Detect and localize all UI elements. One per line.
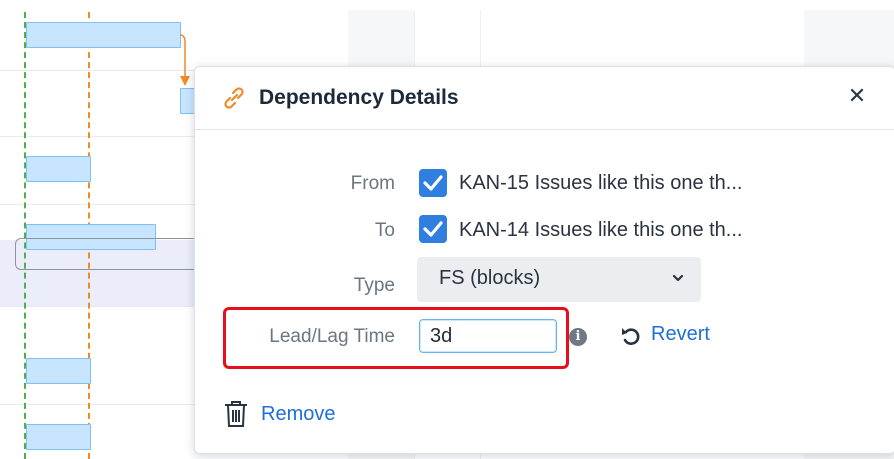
gantt-bar[interactable] (26, 358, 91, 384)
from-issue-value: KAN-15 Issues like this one th... (459, 172, 743, 194)
trash-icon (225, 401, 247, 427)
chevron-down-icon (672, 274, 684, 282)
type-label: Type (353, 275, 395, 296)
close-button[interactable]: ✕ (845, 84, 869, 108)
from-label: From (350, 173, 395, 194)
leadlag-label: Lead/Lag Time (269, 326, 395, 347)
gantt-bar[interactable] (26, 424, 91, 450)
to-issue-value: KAN-14 Issues like this one th... (459, 219, 743, 241)
to-checkbox[interactable] (419, 215, 447, 243)
group-bracket (15, 238, 215, 270)
leadlag-input[interactable]: 3d (419, 319, 557, 353)
type-select[interactable]: FS (blocks) (417, 257, 701, 302)
leadlag-input-value: 3d (430, 325, 453, 347)
checkmark-icon (423, 221, 443, 237)
remove-label: Remove (261, 403, 336, 425)
revert-label: Revert (651, 323, 710, 345)
info-icon[interactable]: i (569, 328, 587, 346)
to-label: To (374, 220, 395, 241)
dependency-arrow[interactable] (176, 34, 196, 90)
gantt-bar[interactable] (26, 156, 91, 182)
dependency-details-dialog: Dependency Details ✕ From KAN-15 Issues … (194, 66, 894, 454)
gantt-bar[interactable] (26, 22, 181, 48)
type-select-value: FS (blocks) (439, 267, 541, 289)
undo-icon (622, 328, 640, 345)
from-checkbox[interactable] (419, 169, 447, 197)
dialog-header: Dependency Details ✕ (195, 67, 894, 130)
checkmark-icon (423, 175, 443, 191)
link-icon (224, 87, 244, 109)
dialog-title: Dependency Details (259, 86, 459, 109)
